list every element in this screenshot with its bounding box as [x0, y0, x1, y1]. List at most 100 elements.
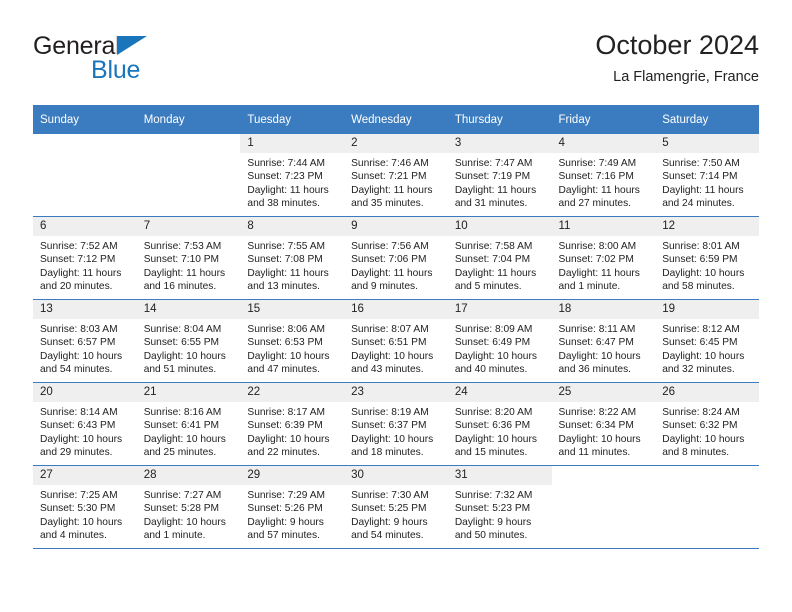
- calendar-day-cell[interactable]: 3 Sunrise: 7:47 AM Sunset: 7:19 PM Daylight…: [447, 134, 552, 217]
- sunrise-text: Sunrise: 8:11 AM: [558, 324, 636, 335]
- day-number: [655, 466, 759, 485]
- sunrise-text: Sunrise: 8:20 AM: [454, 407, 533, 418]
- weekday-header-saturday: Saturday: [655, 105, 759, 134]
- day-number: 22: [240, 383, 345, 402]
- calendar-day-cell[interactable]: 18 Sunrise: 8:11 AM Sunset: 6:47 PM Dayligh…: [551, 299, 656, 383]
- day-info: Sunrise: 8:12 AM Sunset: 6:45 PM Daylight:…: [655, 319, 759, 377]
- calendar-day-cell[interactable]: 21 Sunrise: 8:16 AM Sunset: 6:41 PM Dayligh…: [136, 382, 241, 466]
- daylight-text: Daylight: 10 hours and 32 minutes.: [662, 350, 745, 376]
- daylight-text: Daylight: 11 hours and 9 minutes.: [351, 267, 433, 293]
- calendar-day-cell[interactable]: 4 Sunrise: 7:49 AM Sunset: 7:16 PM Daylight…: [551, 134, 656, 217]
- calendar-day-cell[interactable]: 28 Sunrise: 7:27 AM Sunset: 5:28 PM Dayligh…: [136, 465, 241, 549]
- sunrise-text: Sunrise: 7:30 AM: [351, 490, 429, 501]
- calendar-day-cell[interactable]: 5 Sunrise: 7:50 AM Sunset: 7:14 PM Daylight…: [655, 134, 759, 217]
- calendar-day-cell[interactable]: 7 Sunrise: 7:53 AM Sunset: 7:10 PM Daylight…: [136, 216, 241, 300]
- calendar-day-cell[interactable]: 24 Sunrise: 8:20 AM Sunset: 6:36 PM Dayligh…: [447, 382, 552, 466]
- general-blue-logo[interactable]: General Blue: [33, 32, 253, 94]
- day-info: Sunrise: 8:16 AM Sunset: 6:41 PM Daylight:…: [137, 402, 241, 460]
- calendar-day-cell[interactable]: 19 Sunrise: 8:12 AM Sunset: 6:45 PM Dayligh…: [655, 299, 759, 383]
- sunrise-text: Sunrise: 7:55 AM: [247, 241, 325, 252]
- title-block: October 2024 La Flamengrie, France: [595, 28, 759, 88]
- sunset-text: Sunset: 7:14 PM: [662, 171, 738, 183]
- calendar-day-cell[interactable]: 13 Sunrise: 8:03 AM Sunset: 6:57 PM Dayligh…: [33, 299, 137, 383]
- sunset-text: Sunset: 7:23 PM: [247, 171, 323, 183]
- daylight-text: Daylight: 10 hours and 36 minutes.: [558, 350, 641, 376]
- day-info: Sunrise: 7:30 AM Sunset: 5:25 PM Daylight:…: [344, 485, 448, 543]
- daylight-text: Daylight: 10 hours and 25 minutes.: [143, 433, 226, 459]
- daylight-text: Daylight: 11 hours and 24 minutes.: [662, 184, 744, 210]
- calendar-day-cell[interactable]: 22 Sunrise: 8:17 AM Sunset: 6:39 PM Dayligh…: [240, 382, 345, 466]
- calendar-day-cell[interactable]: 23 Sunrise: 8:19 AM Sunset: 6:37 PM Dayligh…: [344, 382, 448, 466]
- calendar-day-cell-empty: [655, 465, 759, 549]
- day-number: 4: [551, 134, 656, 153]
- day-info: Sunrise: 8:22 AM Sunset: 6:34 PM Daylight:…: [552, 402, 656, 460]
- day-number: 6: [33, 217, 137, 236]
- day-info: Sunrise: 8:03 AM Sunset: 6:57 PM Daylight:…: [33, 319, 137, 377]
- sunrise-text: Sunrise: 7:47 AM: [454, 158, 533, 169]
- calendar-day-cell[interactable]: 26 Sunrise: 8:24 AM Sunset: 6:32 PM Dayligh…: [655, 382, 759, 466]
- calendar-week-row: 1 Sunrise: 7:44 AM Sunset: 7:23 PM Daylight…: [33, 134, 759, 217]
- sunset-text: Sunset: 5:25 PM: [351, 503, 427, 515]
- calendar-day-cell-empty: [551, 465, 656, 549]
- sunset-text: Sunset: 6:47 PM: [558, 337, 634, 349]
- calendar-day-cell[interactable]: 16 Sunrise: 8:07 AM Sunset: 6:51 PM Dayligh…: [344, 299, 448, 383]
- calendar-day-cell[interactable]: 6 Sunrise: 7:52 AM Sunset: 7:12 PM Daylight…: [33, 216, 137, 300]
- sunrise-text: Sunrise: 7:27 AM: [143, 490, 222, 501]
- day-number: 29: [240, 466, 345, 485]
- calendar-day-cell[interactable]: 30 Sunrise: 7:30 AM Sunset: 5:25 PM Dayligh…: [344, 465, 448, 549]
- calendar-day-cell[interactable]: 9 Sunrise: 7:56 AM Sunset: 7:06 PM Daylight…: [344, 216, 448, 300]
- sunrise-text: Sunrise: 8:04 AM: [143, 324, 222, 335]
- sunset-text: Sunset: 6:49 PM: [454, 337, 531, 349]
- calendar-day-cell[interactable]: 10 Sunrise: 7:58 AM Sunset: 7:04 PM Dayligh…: [447, 216, 552, 300]
- day-info: Sunrise: 8:07 AM Sunset: 6:51 PM Daylight:…: [344, 319, 448, 377]
- day-number: 30: [344, 466, 448, 485]
- sunrise-text: Sunrise: 7:44 AM: [247, 158, 325, 169]
- daylight-text: Daylight: 11 hours and 16 minutes.: [143, 267, 226, 293]
- calendar-day-cell[interactable]: 8 Sunrise: 7:55 AM Sunset: 7:08 PM Daylight…: [240, 216, 345, 300]
- daylight-text: Daylight: 10 hours and 11 minutes.: [558, 433, 641, 459]
- calendar-day-cell[interactable]: 25 Sunrise: 8:22 AM Sunset: 6:34 PM Dayligh…: [551, 382, 656, 466]
- calendar-day-cell[interactable]: 20 Sunrise: 8:14 AM Sunset: 6:43 PM Dayligh…: [33, 382, 137, 466]
- sunset-text: Sunset: 6:43 PM: [40, 420, 116, 432]
- daylight-text: Daylight: 9 hours and 54 minutes.: [351, 516, 428, 542]
- day-number: 24: [447, 383, 552, 402]
- day-number: 14: [136, 300, 241, 319]
- daylight-text: Daylight: 10 hours and 29 minutes.: [40, 433, 123, 459]
- calendar-day-cell[interactable]: 2 Sunrise: 7:46 AM Sunset: 7:21 PM Daylight…: [344, 134, 448, 217]
- daylight-text: Daylight: 11 hours and 20 minutes.: [40, 267, 122, 293]
- sunset-text: Sunset: 7:21 PM: [351, 171, 427, 183]
- daylight-text: Daylight: 10 hours and 47 minutes.: [247, 350, 330, 376]
- calendar-day-cell[interactable]: 29 Sunrise: 7:29 AM Sunset: 5:26 PM Dayligh…: [240, 465, 345, 549]
- daylight-text: Daylight: 9 hours and 57 minutes.: [247, 516, 324, 542]
- day-info: Sunrise: 8:17 AM Sunset: 6:39 PM Daylight:…: [240, 402, 344, 460]
- day-info: Sunrise: 8:24 AM Sunset: 6:32 PM Daylight:…: [655, 402, 759, 460]
- weekday-header-sunday: Sunday: [33, 105, 137, 134]
- calendar-day-cell[interactable]: 15 Sunrise: 8:06 AM Sunset: 6:53 PM Dayligh…: [240, 299, 345, 383]
- day-number: 27: [33, 466, 137, 485]
- day-number: 2: [344, 134, 448, 153]
- day-number: 7: [136, 217, 241, 236]
- sunrise-text: Sunrise: 7:58 AM: [454, 241, 533, 252]
- calendar-day-cell[interactable]: 1 Sunrise: 7:44 AM Sunset: 7:23 PM Daylight…: [240, 134, 345, 217]
- calendar-day-cell[interactable]: 12 Sunrise: 8:01 AM Sunset: 6:59 PM Dayligh…: [655, 216, 759, 300]
- day-info: Sunrise: 7:32 AM Sunset: 5:23 PM Daylight:…: [448, 485, 552, 543]
- calendar-day-cell[interactable]: 11 Sunrise: 8:00 AM Sunset: 7:02 PM Dayligh…: [551, 216, 656, 300]
- page-subtitle: La Flamengrie, France: [613, 69, 759, 85]
- calendar-day-cell[interactable]: 31 Sunrise: 7:32 AM Sunset: 5:23 PM Dayligh…: [447, 465, 552, 549]
- calendar-day-cell[interactable]: 17 Sunrise: 8:09 AM Sunset: 6:49 PM Dayligh…: [447, 299, 552, 383]
- day-info: Sunrise: 7:25 AM Sunset: 5:30 PM Daylight:…: [33, 485, 137, 543]
- calendar-day-cell-empty: [136, 134, 241, 217]
- calendar-day-cell[interactable]: 14 Sunrise: 8:04 AM Sunset: 6:55 PM Dayligh…: [136, 299, 241, 383]
- calendar-day-cell[interactable]: 27 Sunrise: 7:25 AM Sunset: 5:30 PM Dayligh…: [33, 465, 137, 549]
- calendar-grid: Sunday Monday Tuesday Wednesday Thursday…: [33, 105, 759, 549]
- sunrise-text: Sunrise: 8:03 AM: [40, 324, 118, 335]
- calendar-body: 1 Sunrise: 7:44 AM Sunset: 7:23 PM Daylight…: [33, 134, 759, 549]
- daylight-text: Daylight: 10 hours and 54 minutes.: [40, 350, 123, 376]
- day-info: Sunrise: 8:19 AM Sunset: 6:37 PM Daylight:…: [344, 402, 448, 460]
- daylight-text: Daylight: 11 hours and 35 minutes.: [351, 184, 433, 210]
- day-number: 8: [240, 217, 345, 236]
- sunset-text: Sunset: 5:28 PM: [143, 503, 220, 515]
- sunrise-text: Sunrise: 7:29 AM: [247, 490, 325, 501]
- sunset-text: Sunset: 6:39 PM: [247, 420, 323, 432]
- calendar-page: General Blue October 2024 La Flamengrie,…: [0, 0, 792, 612]
